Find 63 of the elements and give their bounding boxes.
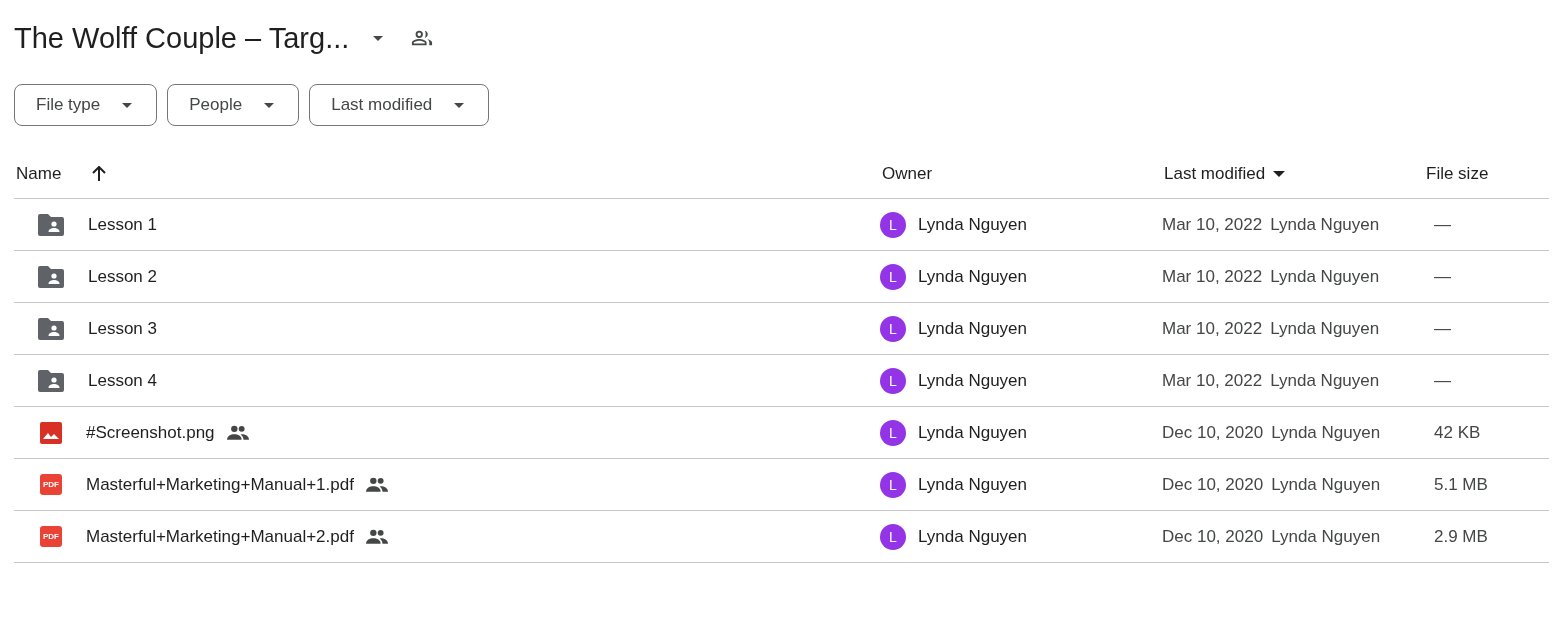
avatar: L (880, 315, 906, 342)
shared-folder-icon (38, 265, 64, 288)
file-size: — (1434, 370, 1451, 391)
folder-title: The Wolff Couple – Targ... (14, 21, 350, 55)
caret-icon (122, 102, 133, 108)
file-size: — (1434, 266, 1451, 287)
filter-chip[interactable]: Last modified (309, 84, 490, 126)
shared-folder-icon (38, 213, 64, 236)
modified-date: Dec 10, 2020 (1162, 526, 1264, 547)
sort-down-caret-icon[interactable] (1273, 171, 1286, 177)
file-name[interactable]: #Screenshot.png (86, 422, 215, 443)
file-size: 5.1 MB (1434, 474, 1488, 495)
image-file-icon (40, 421, 62, 444)
modified-date: Dec 10, 2020 (1162, 474, 1264, 495)
shared-folder-icon (38, 369, 64, 392)
file-name[interactable]: Masterful+Marketing+Manual+2.pdf (86, 526, 354, 547)
owner-name: Lynda Nguyen (918, 318, 1027, 339)
avatar: L (880, 419, 906, 446)
file-name[interactable]: Lesson 1 (88, 214, 157, 235)
owner-name: Lynda Nguyen (918, 474, 1027, 495)
avatar: L (880, 471, 906, 498)
owner-name: Lynda Nguyen (918, 526, 1027, 547)
column-header[interactable]: Owner (882, 164, 933, 184)
file-size: — (1434, 214, 1451, 235)
caret-icon (264, 102, 275, 108)
pdf-file-icon: PDF (40, 526, 62, 547)
modified-date: Mar 10, 2022 (1162, 214, 1263, 235)
file-size: 42 KB (1434, 422, 1481, 443)
file-name[interactable]: Lesson 3 (88, 318, 157, 339)
avatar: L (880, 211, 906, 238)
modified-by: Lynda Nguyen (1271, 422, 1381, 443)
modified-by: Lynda Nguyen (1270, 214, 1380, 235)
file-size: — (1434, 318, 1451, 339)
filter-chip[interactable]: People (167, 84, 300, 126)
modified-date: Mar 10, 2022 (1162, 318, 1263, 339)
owner-name: Lynda Nguyen (918, 214, 1027, 235)
file-name[interactable]: Masterful+Marketing+Manual+1.pdf (86, 474, 354, 495)
filter-chip[interactable]: File type (14, 84, 158, 126)
file-name[interactable]: Lesson 2 (88, 266, 157, 287)
modified-by: Lynda Nguyen (1271, 474, 1381, 495)
column-header[interactable]: Name (16, 164, 62, 184)
avatar: L (880, 367, 906, 394)
sort-up-arrow-icon[interactable] (91, 166, 108, 182)
owner-name: Lynda Nguyen (918, 370, 1027, 391)
modified-date: Mar 10, 2022 (1162, 266, 1263, 287)
column-header[interactable]: Last modified (1164, 164, 1266, 184)
owner-name: Lynda Nguyen (918, 422, 1027, 443)
avatar: L (880, 523, 906, 550)
modified-by: Lynda Nguyen (1271, 526, 1381, 547)
shared-folder-icon (38, 317, 64, 340)
modified-by: Lynda Nguyen (1270, 370, 1380, 391)
dropdown-caret-icon (373, 35, 384, 41)
caret-icon (454, 102, 465, 108)
pdf-file-icon: PDF (40, 474, 62, 495)
modified-date: Mar 10, 2022 (1162, 370, 1263, 391)
owner-name: Lynda Nguyen (918, 266, 1027, 287)
file-name[interactable]: Lesson 4 (88, 370, 157, 391)
modified-by: Lynda Nguyen (1270, 266, 1380, 287)
column-header[interactable]: File size (1426, 164, 1489, 184)
file-size: 2.9 MB (1434, 526, 1488, 547)
modified-by: Lynda Nguyen (1270, 318, 1380, 339)
avatar: L (880, 263, 906, 290)
modified-date: Dec 10, 2020 (1162, 422, 1264, 443)
